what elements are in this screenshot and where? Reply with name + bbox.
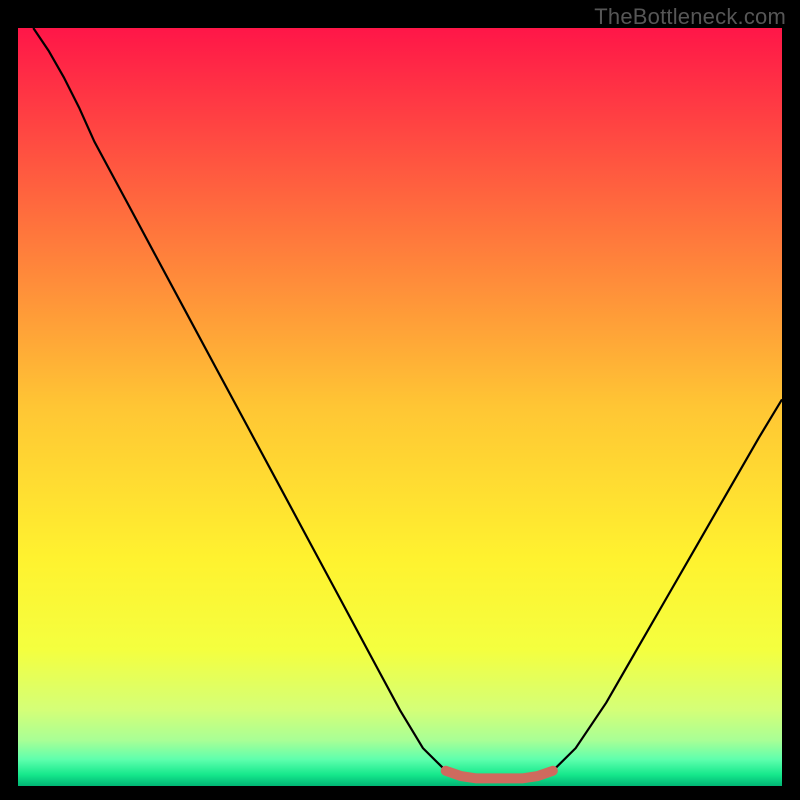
bottleneck-chart <box>18 28 782 786</box>
chart-frame <box>18 28 782 786</box>
watermark-text: TheBottleneck.com <box>594 4 786 30</box>
chart-background <box>18 28 782 786</box>
